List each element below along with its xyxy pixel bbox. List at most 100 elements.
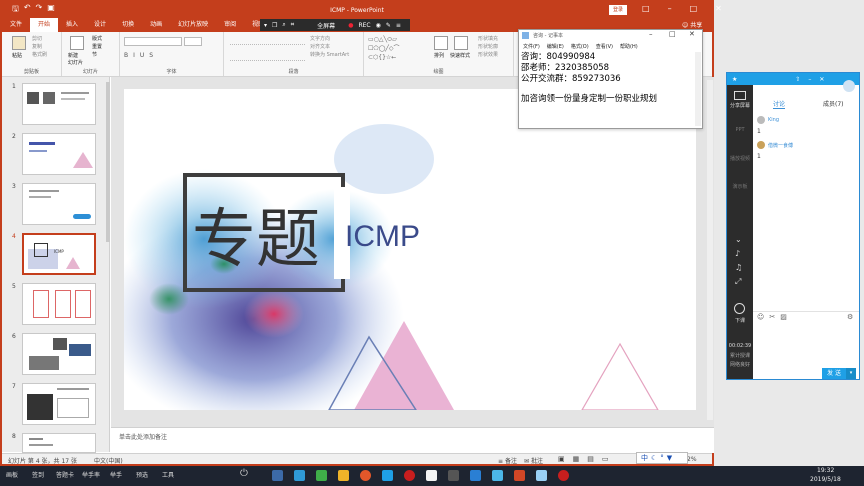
thumbnail-slide-7[interactable] [22,383,96,425]
rec-label[interactable]: REC [358,22,370,29]
arrange-icon[interactable] [434,36,448,50]
chat-input[interactable] [757,325,857,365]
notepad-menu-edit[interactable]: 编辑(E) [547,43,564,50]
ribbon-display-icon[interactable]: □ [642,4,650,13]
notepad-menu-help[interactable]: 帮助(H) [620,43,638,50]
ime-toolbar[interactable]: 中 ☾ ° ▼ [636,452,688,464]
font-name-select[interactable] [124,37,182,46]
pen-icon[interactable]: ✎ [386,22,391,29]
tab-home[interactable]: 开始 [30,18,59,32]
app-icon[interactable] [404,470,415,481]
thumbnails-scrollbar[interactable] [106,82,110,242]
taskbar-item[interactable]: 预选 [136,470,148,479]
ppt-button[interactable]: PPT [728,127,752,133]
settings-icon[interactable]: ⚙ [847,313,853,321]
reset-button[interactable]: 重置 [92,43,102,50]
notepad-maximize-icon[interactable]: □ [669,30,676,38]
window-icon[interactable]: ❐ [272,22,277,29]
slide-canvas[interactable]: 专题 ICMP [124,89,696,410]
app-icon[interactable] [272,470,283,481]
comments-toggle[interactable]: ✉ 批注 [524,456,543,465]
moon-icon[interactable]: ☾ [651,454,657,462]
minimize-icon[interactable]: – [668,4,672,13]
fullscreen-label[interactable]: 全屏幕 [317,21,335,30]
copy-button[interactable]: 复制 [32,43,42,50]
app-icon[interactable] [448,470,459,481]
tab-transitions[interactable]: 切换 [114,18,142,32]
send-options-icon[interactable]: ▾ [846,368,856,379]
recorder-more-icon[interactable]: ≡ [396,22,401,29]
maximize-icon[interactable]: □ [690,4,698,13]
taskbar-item[interactable]: 工具 [162,470,174,479]
emoji-icon[interactable]: ☺ [757,313,764,321]
shirt-icon[interactable]: ▼ [667,454,672,462]
notes-pane[interactable]: 单击此处添加备注 [111,427,714,453]
hangup-icon[interactable] [734,303,745,314]
thumbnail-slide-3[interactable] [22,183,96,225]
punctuation-icon[interactable]: ° [660,454,664,462]
pin-icon[interactable]: ⇧ [795,76,800,83]
shapes-gallery[interactable]: ▭○△╲⬭▱ ☐⬠◯╱◇⌒ ⊂⬡{}☆← [368,35,428,63]
shape-effects-button[interactable]: 形状效果 [478,51,498,58]
thumbnail-slide-4[interactable]: ICMP [22,233,96,275]
app-icon[interactable] [558,470,569,481]
app-icon[interactable] [492,470,503,481]
power-icon[interactable]: ⏻ [240,468,248,479]
notepad-minimize-icon[interactable]: – [649,30,653,38]
font-format-buttons[interactable]: BIUS [124,52,158,59]
language-indicator[interactable]: 中文(中国) [94,456,123,465]
app-icon[interactable] [426,470,437,481]
tab-discussion[interactable]: 讨论 [773,99,786,109]
zoom-level[interactable]: 2% [687,456,697,463]
thumbnail-slide-8[interactable] [22,433,96,453]
mic-icon[interactable]: ⌄ [735,235,742,244]
list-buttons[interactable] [230,37,305,45]
taskbar-item[interactable]: 画板 [6,470,18,479]
thumbnail-slide-1[interactable] [22,83,96,125]
format-painter-button[interactable]: 格式刷 [32,51,47,58]
powerpoint-icon[interactable] [514,470,525,481]
tab-design[interactable]: 设计 [86,18,114,32]
notepad-app-icon[interactable] [536,470,547,481]
share-screen-icon[interactable] [734,91,746,100]
smartart-button[interactable]: 转换为 SmartArt [310,51,349,58]
app-icon[interactable] [294,470,305,481]
speaker-icon[interactable]: ♪ [735,249,740,258]
new-slide-label[interactable]: 新建 幻灯片 [68,52,83,66]
notes-toggle[interactable]: ≡ 备注 [498,456,517,465]
section-button[interactable]: 节 [92,51,97,58]
arrange-label[interactable]: 排列 [434,52,444,59]
align-buttons[interactable] [230,53,305,61]
taskbar-item[interactable]: 签到 [32,470,44,479]
tab-slideshow[interactable]: 幻灯片放映 [170,18,216,32]
classroom-app-icon[interactable] [382,470,393,481]
expand-icon[interactable]: ⤢ [735,277,741,287]
play-video-button[interactable]: 播放视频 [728,155,752,162]
scissors-icon[interactable]: ✂ [769,313,775,321]
share-button[interactable]: ☺ 共享 [682,20,702,29]
quick-styles-label[interactable]: 快速样式 [450,52,470,59]
ime-chinese-label[interactable]: 中 [641,453,648,463]
browser-icon[interactable] [360,470,371,481]
search-icon[interactable]: ⌕ [282,21,285,29]
text-direction-button[interactable]: 文字方向 [310,35,330,42]
app-icon[interactable] [338,470,349,481]
login-button[interactable]: 登录 [609,5,627,15]
panel-minimize-icon[interactable]: – [808,76,811,83]
notepad-menu-view[interactable]: 查看(V) [596,43,613,50]
font-size-select[interactable] [184,37,202,46]
share-screen-label[interactable]: 分享屏幕 [728,102,752,109]
taskbar-item[interactable]: 举手率 [82,470,100,479]
notepad-text-area[interactable]: 咨询：804990984 邵老师：2320385058 公开交流群：859273… [521,52,691,122]
send-button[interactable]: 发 送 [822,368,846,379]
paste-label[interactable]: 粘贴 [12,52,22,59]
panel-close-icon[interactable]: ✕ [819,76,824,83]
tab-members[interactable]: 成员(7) [823,99,844,108]
thumbnail-slide-2[interactable] [22,133,96,175]
whiteboard-button[interactable]: 演示板 [728,183,752,190]
align-text-button[interactable]: 对齐文本 [310,43,330,50]
taskbar-item[interactable]: 举手 [110,470,122,479]
notepad-menu-format[interactable]: 格式(O) [571,43,589,50]
tab-insert[interactable]: 插入 [58,18,86,32]
clock-time[interactable]: 19:32 [817,467,834,474]
